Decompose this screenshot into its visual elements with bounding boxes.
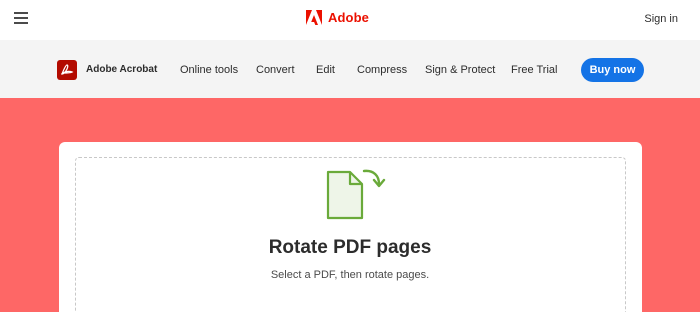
hamburger-icon[interactable] [14, 12, 28, 24]
top-bar: Adobe Sign in [0, 0, 700, 40]
acrobat-logo-icon[interactable] [57, 60, 77, 80]
buy-now-button[interactable]: Buy now [581, 58, 644, 82]
sign-in-link[interactable]: Sign in [644, 13, 678, 25]
nav-item-compress[interactable]: Compress [357, 64, 407, 76]
nav-item-free-trial[interactable]: Free Trial [511, 64, 557, 76]
nav-item-sign-protect[interactable]: Sign & Protect [425, 64, 495, 76]
brand-name: Adobe [328, 10, 369, 25]
page-subtitle: Select a PDF, then rotate pages. [270, 269, 430, 281]
nav-item-edit[interactable]: Edit [316, 64, 335, 76]
rotate-pdf-icon [326, 169, 386, 220]
page-title: Rotate PDF pages [268, 237, 432, 258]
adobe-logo-icon [306, 10, 322, 25]
nav-item-online-tools[interactable]: Online tools [180, 64, 238, 76]
acrobat-swirl-icon [60, 64, 74, 75]
product-name[interactable]: Adobe Acrobat [86, 64, 157, 75]
nav-item-convert[interactable]: Convert [256, 64, 295, 76]
adobe-brand-link[interactable]: Adobe [306, 10, 369, 25]
